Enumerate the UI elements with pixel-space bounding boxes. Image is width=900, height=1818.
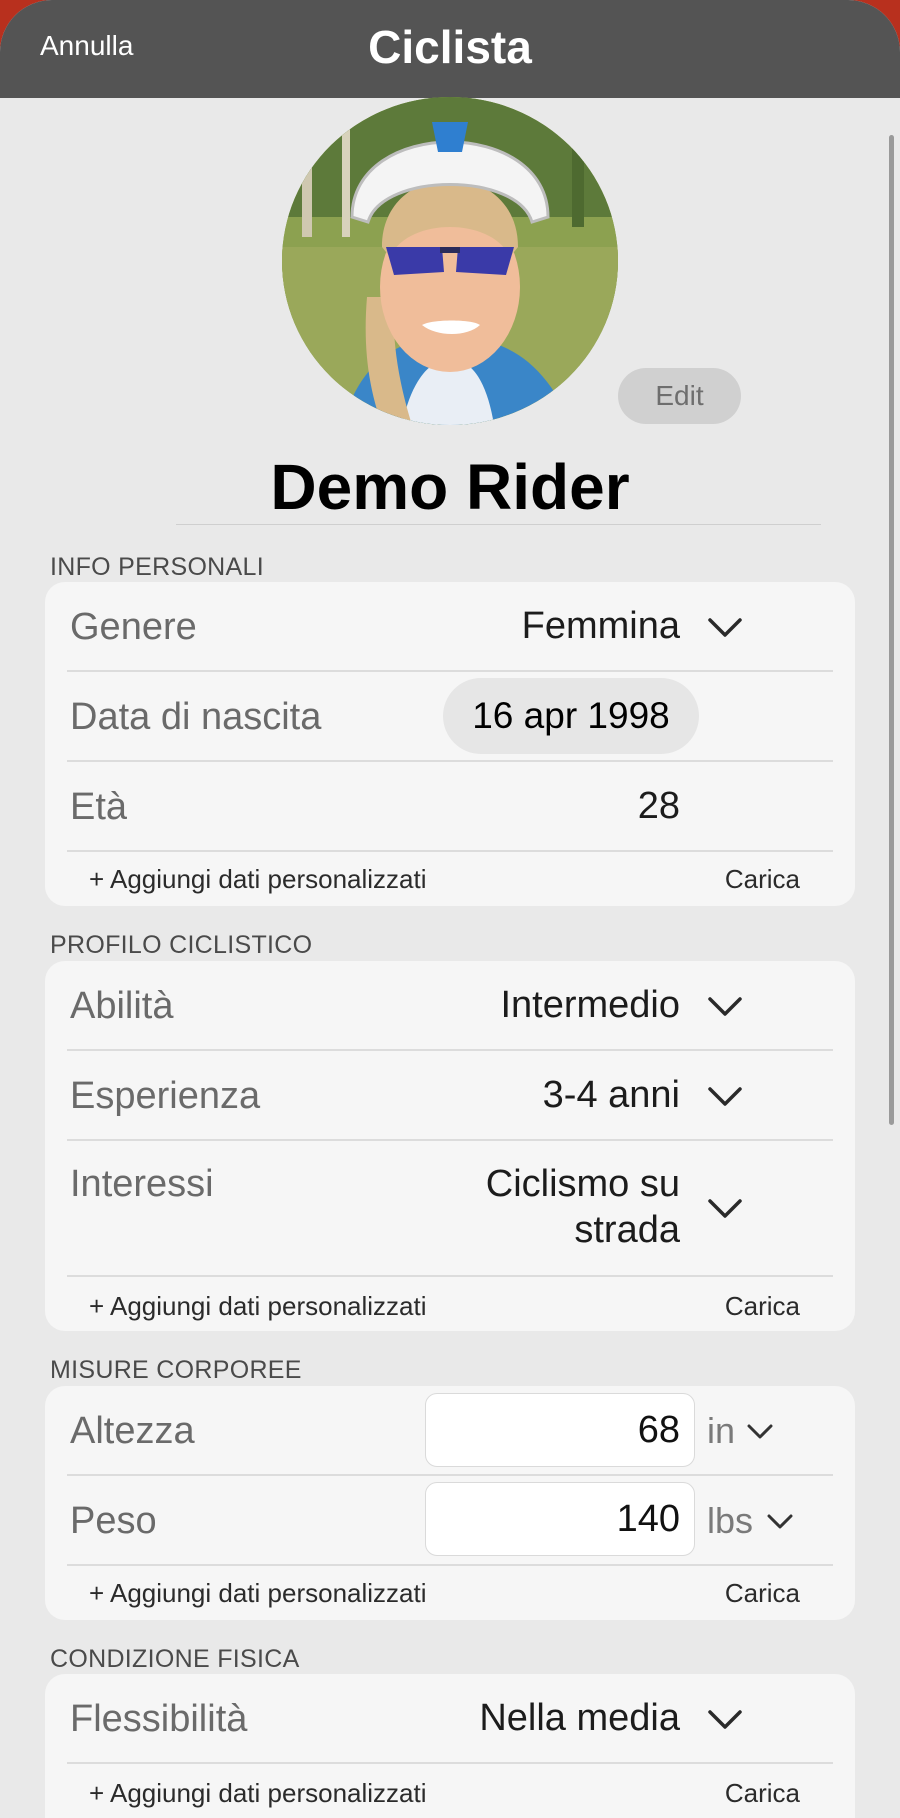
section-header-personal-info: INFO PERSONALI: [50, 553, 264, 581]
section-header-body-measurements: MISURE CORPOREE: [50, 1356, 302, 1384]
birth-date-label: Data di nascita: [70, 696, 322, 738]
chevron-down-icon[interactable]: [745, 1422, 775, 1442]
ability-value[interactable]: Intermedio: [500, 984, 680, 1027]
interests-value-line-1[interactable]: Ciclismo su: [486, 1163, 680, 1206]
add-custom-data-link[interactable]: + Aggiungi dati personalizzati: [89, 1291, 427, 1322]
chevron-down-icon[interactable]: [705, 1085, 745, 1109]
navigation-bar: Annulla Ciclista: [0, 0, 900, 98]
cycling-profile-card: Abilità Intermedio Esperienza 3-4 anni I…: [45, 961, 855, 1331]
weight-label: Peso: [70, 1500, 157, 1542]
weight-input[interactable]: 140: [425, 1482, 695, 1556]
weight-row: Peso 140 lbs: [45, 1476, 855, 1564]
interests-row[interactable]: Interessi Ciclismo su strada: [45, 1141, 855, 1275]
section-header-fitness: CONDIZIONE FISICA: [50, 1645, 300, 1673]
add-custom-data-link[interactable]: + Aggiungi dati personalizzati: [89, 864, 427, 895]
gender-value[interactable]: Femmina: [522, 605, 680, 648]
gender-label: Genere: [70, 606, 197, 648]
chevron-down-icon[interactable]: [765, 1512, 795, 1532]
chevron-down-icon[interactable]: [705, 1708, 745, 1732]
add-custom-data-link[interactable]: + Aggiungi dati personalizzati: [89, 1778, 427, 1809]
personal-info-card: Genere Femmina Data di nascita 16 apr 19…: [45, 582, 855, 906]
profile-photo[interactable]: [282, 97, 618, 425]
ability-row[interactable]: Abilità Intermedio: [45, 961, 855, 1049]
age-row: Età 28: [45, 762, 855, 850]
body-measurements-card: Altezza 68 in Peso 140 lbs + Aggiungi da…: [45, 1386, 855, 1620]
name-divider: [176, 524, 821, 525]
section-header-cycling-profile: PROFILO CICLISTICO: [50, 931, 313, 959]
load-link[interactable]: Carica: [725, 1578, 800, 1609]
weight-unit-select[interactable]: lbs: [707, 1500, 753, 1542]
birth-date-row: Data di nascita 16 apr 1998: [45, 672, 855, 760]
flexibility-value[interactable]: Nella media: [479, 1697, 680, 1740]
experience-label: Esperienza: [70, 1075, 261, 1117]
experience-value[interactable]: 3-4 anni: [543, 1074, 680, 1117]
height-unit-select[interactable]: in: [707, 1410, 735, 1452]
load-link[interactable]: Carica: [725, 864, 800, 895]
age-value: 28: [637, 785, 680, 827]
edit-photo-button[interactable]: Edit: [618, 368, 741, 424]
rider-name[interactable]: Demo Rider: [0, 450, 900, 524]
interests-value-line-2[interactable]: strada: [574, 1209, 680, 1252]
flexibility-row[interactable]: Flessibilità Nella media: [45, 1674, 855, 1762]
chevron-down-icon[interactable]: [705, 616, 745, 640]
chevron-down-icon[interactable]: [705, 995, 745, 1019]
height-input[interactable]: 68: [425, 1393, 695, 1467]
interests-label: Interessi: [70, 1163, 214, 1205]
height-row: Altezza 68 in: [45, 1386, 855, 1474]
chevron-down-icon[interactable]: [705, 1197, 745, 1221]
page-title: Ciclista: [368, 21, 532, 73]
row-divider: [67, 1564, 833, 1566]
experience-row[interactable]: Esperienza 3-4 anni: [45, 1051, 855, 1139]
row-divider: [67, 1762, 833, 1764]
row-divider: [67, 1275, 833, 1277]
birth-date-picker[interactable]: 16 apr 1998: [443, 678, 699, 754]
load-link[interactable]: Carica: [725, 1778, 800, 1809]
row-divider: [67, 850, 833, 852]
flexibility-label: Flessibilità: [70, 1698, 248, 1740]
ability-label: Abilità: [70, 985, 174, 1027]
add-custom-data-link[interactable]: + Aggiungi dati personalizzati: [89, 1578, 427, 1609]
rider-profile-sheet: Annulla Ciclista Edit Demo Rider INFO PE…: [0, 0, 900, 1818]
age-label: Età: [70, 786, 128, 828]
height-label: Altezza: [70, 1410, 195, 1452]
scrollbar[interactable]: [889, 135, 894, 1125]
avatar-image: [282, 97, 618, 425]
gender-row[interactable]: Genere Femmina: [45, 582, 855, 670]
load-link[interactable]: Carica: [725, 1291, 800, 1322]
fitness-card: Flessibilità Nella media + Aggiungi dati…: [45, 1674, 855, 1818]
